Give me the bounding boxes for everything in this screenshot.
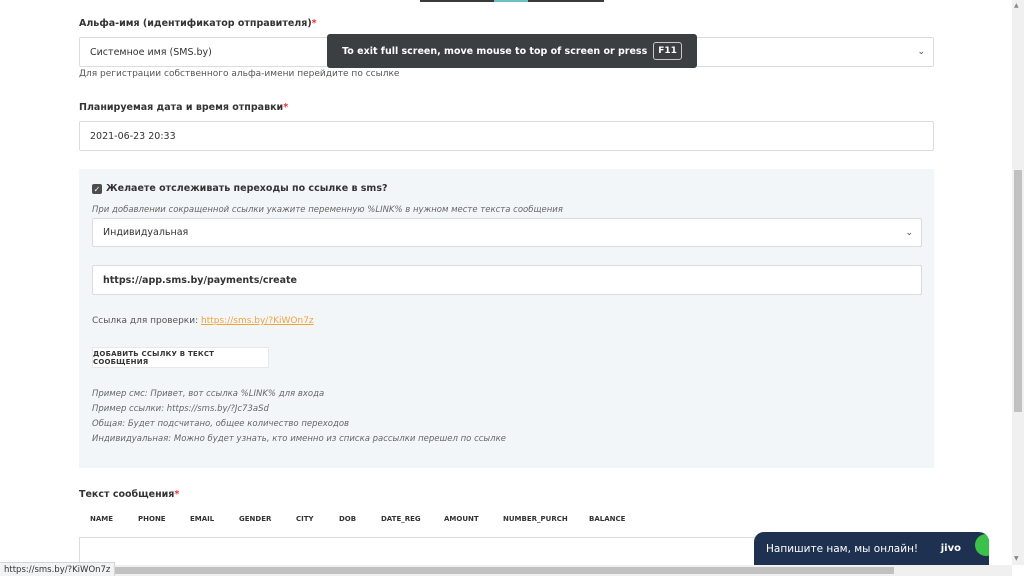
check-link-row: Ссылка для проверки: https://sms.by/?KiW…	[92, 316, 314, 326]
variable-number-purch[interactable]: NUMBER_PURCH	[503, 515, 568, 523]
vertical-scroll-thumb[interactable]	[1014, 170, 1022, 412]
status-url: https://sms.by/?KiWOn7z	[0, 562, 116, 576]
horizontal-scroll-thumb[interactable]	[104, 567, 894, 574]
tracking-url-input[interactable]: https://app.sms.by/payments/create	[92, 265, 922, 295]
chat-widget[interactable]: Напишите нам, мы онлайн! jivo	[754, 532, 989, 565]
browser-top-strip	[420, 0, 604, 2]
tracking-type-value: Индивидуальная	[103, 227, 189, 238]
variable-dob[interactable]: DOB	[339, 515, 356, 523]
variable-gender[interactable]: GENDER	[239, 515, 271, 523]
f11-key: F11	[653, 42, 682, 60]
fullscreen-toast-text: To exit full screen, move mouse to top o…	[342, 45, 648, 57]
sender-register-link[interactable]: перейдите по ссылке	[297, 69, 399, 79]
example-sms: Пример смс: Привет, вот ссылка %LINK% дл…	[92, 389, 325, 399]
tracking-hint: При добавлении сокращенной ссылки укажит…	[92, 205, 563, 215]
schedule-label: Планируемая дата и время отправки*	[79, 102, 289, 113]
example-individual: Индивидуальная: Можно будет узнать, кто …	[92, 434, 506, 444]
chevron-down-icon: ⌄	[905, 227, 913, 238]
variable-balance[interactable]: BALANCE	[589, 515, 625, 523]
chat-widget-text: Напишите нам, мы онлайн!	[766, 542, 919, 555]
example-common: Общая: Будет подсчитано, общее количеств…	[92, 419, 350, 429]
schedule-input[interactable]: 2021-06-23 20:33	[79, 121, 934, 151]
chevron-down-icon: ⌄	[917, 47, 925, 57]
jivo-logo: jivo	[940, 543, 961, 554]
variable-city[interactable]: CITY	[296, 515, 314, 523]
sender-select-value: Системное имя (SMS.by)	[90, 46, 212, 58]
tracking-type-select[interactable]: Индивидуальная ⌄	[92, 218, 922, 247]
example-link: Пример ссылки: https://sms.by/?Jc73aSd	[92, 404, 269, 414]
tracking-url-value: https://app.sms.by/payments/create	[103, 274, 297, 286]
message-label: Текст сообщения*	[79, 489, 180, 500]
scroll-down-icon[interactable]: ▼	[1014, 555, 1019, 562]
add-link-button[interactable]: ДОБАВИТЬ ССЫЛКУ В ТЕКСТ СООБЩЕНИЯ	[92, 347, 269, 368]
tracking-checkbox[interactable]: ✓	[92, 183, 102, 194]
tracking-checkbox-row[interactable]: ✓ Желаете отслеживать переходы по ссылке…	[92, 183, 387, 194]
variable-phone[interactable]: PHONE	[138, 515, 166, 523]
sender-hint: Для регистрации собственного альфа-имени…	[79, 69, 400, 79]
chat-status-icon	[975, 534, 989, 556]
tracking-checkbox-label: Желаете отслеживать переходы по ссылке в…	[106, 183, 388, 194]
scroll-up-icon[interactable]: ▲	[1014, 2, 1019, 9]
sender-label: Альфа-имя (идентификатор отправителя)*	[79, 18, 317, 29]
variable-date-reg[interactable]: DATE_REG	[381, 515, 421, 523]
variable-name[interactable]: NAME	[90, 515, 113, 523]
variable-amount[interactable]: AMOUNT	[444, 515, 479, 523]
check-link[interactable]: https://sms.by/?KiWOn7z	[201, 316, 314, 326]
fullscreen-toast: To exit full screen, move mouse to top o…	[327, 34, 697, 68]
variable-email[interactable]: EMAIL	[190, 515, 214, 523]
horizontal-scrollbar[interactable]	[0, 565, 1012, 576]
vertical-scrollbar[interactable]: ▲ ▼	[1012, 0, 1024, 565]
schedule-input-value: 2021-06-23 20:33	[90, 130, 176, 142]
